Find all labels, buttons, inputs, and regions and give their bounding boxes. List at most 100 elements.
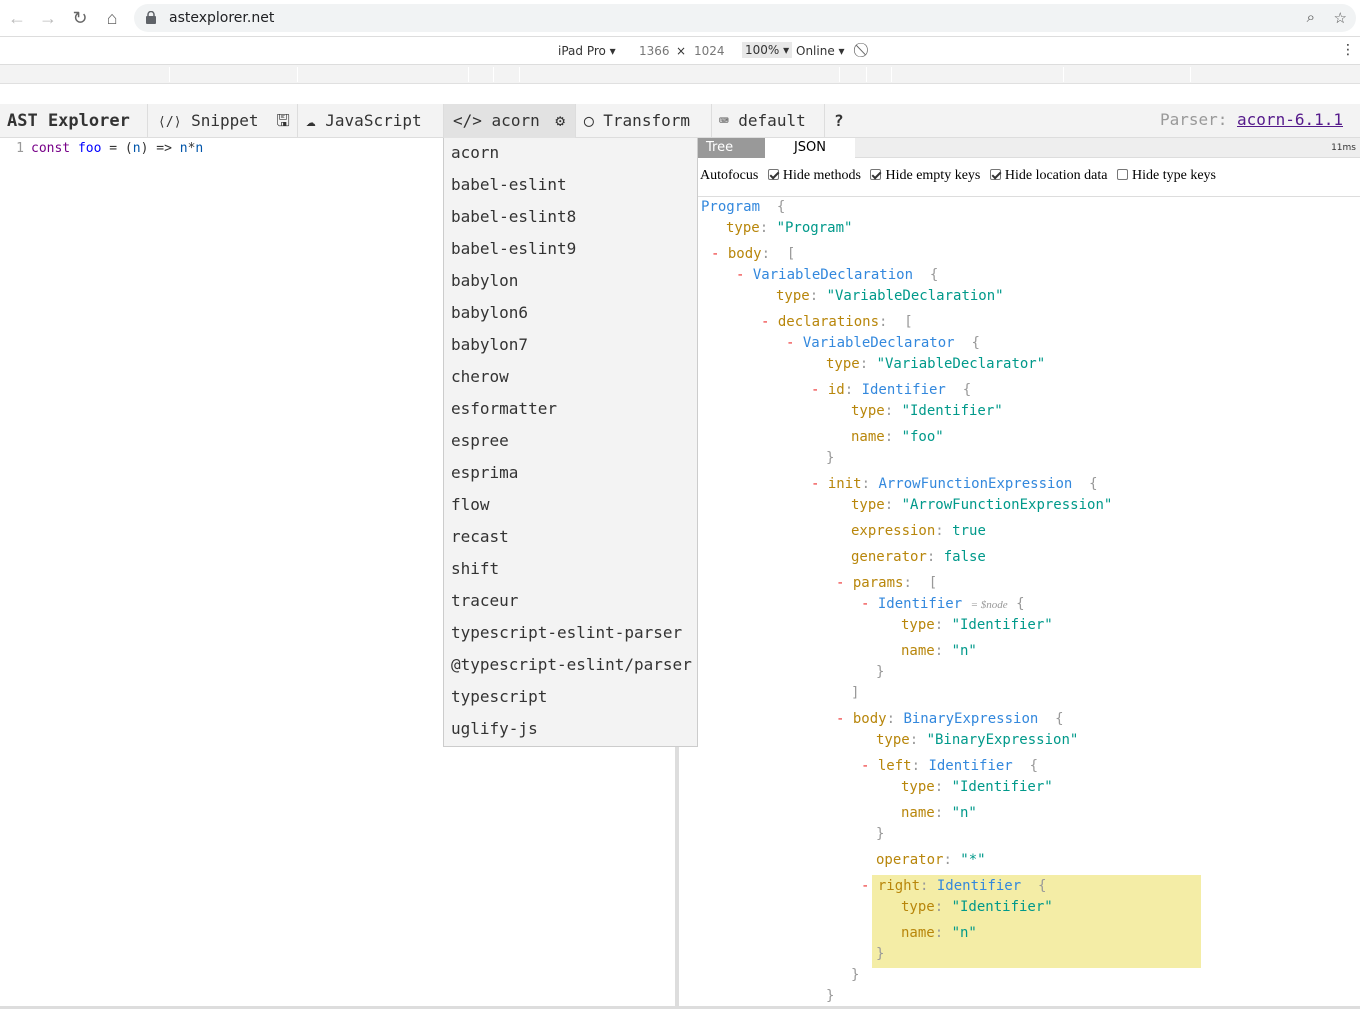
parser-menu-item[interactable]: flow: [444, 490, 697, 522]
parser-menu-item[interactable]: babel-eslint9: [444, 234, 697, 266]
lock-icon: [146, 11, 156, 24]
tree-node[interactable]: Program {: [701, 197, 785, 217]
tree-brace: }: [876, 946, 885, 962]
tree-node[interactable]: - VariableDeclarator {: [786, 333, 980, 353]
code-icon: </>: [453, 111, 482, 130]
hide-empty-option[interactable]: Hide empty keys: [870, 168, 980, 183]
width-field[interactable]: 1366: [639, 44, 670, 58]
tree-prop: type: "ArrowFunctionExpression": [851, 497, 1113, 513]
tree-prop: type: "VariableDeclaration": [776, 288, 1004, 304]
star-icon[interactable]: ☆: [1334, 9, 1347, 27]
help-button[interactable]: ?: [824, 104, 854, 138]
forward-icon[interactable]: →: [38, 8, 58, 28]
network-select[interactable]: Online ▾: [796, 44, 845, 58]
code-op: = (: [101, 141, 133, 156]
zoom-select[interactable]: 100% ▾: [742, 42, 793, 58]
parser-menu-item[interactable]: cherow: [444, 362, 697, 394]
transform-button[interactable]: ◯ Transform: [575, 104, 711, 138]
device-select[interactable]: iPad Pro ▾: [558, 44, 616, 58]
keymap-button[interactable]: ⌨ default: [711, 104, 824, 138]
parser-button[interactable]: </> acorn ⚙: [443, 104, 575, 138]
parser-version-link[interactable]: acorn-6.1.1: [1237, 110, 1343, 129]
tree-brace: }: [851, 967, 860, 983]
parser-info-label: Parser:: [1159, 110, 1238, 129]
snippet-button[interactable]: ⟨/⟩ Snippet 🖫: [147, 104, 297, 138]
output-pane: Tree JSON 11ms Autofocus Hide methods Hi…: [679, 138, 1360, 1006]
parser-menu-item[interactable]: esformatter: [444, 394, 697, 426]
tree-prop: name: "n": [901, 925, 977, 941]
checkbox[interactable]: [1117, 169, 1128, 180]
parse-timing: 11ms: [1331, 143, 1356, 153]
hide-type-option[interactable]: Hide type keys: [1117, 168, 1216, 183]
parser-menu-item[interactable]: babylon6: [444, 298, 697, 330]
tree-prop: name: "n": [901, 805, 977, 821]
tree-prop[interactable]: - id: Identifier {: [811, 380, 971, 400]
parser-menu-item[interactable]: typescript-eslint-parser: [444, 618, 697, 650]
browser-toolbar: ← → ↻ ⌂ astexplorer.net ⌕ ☆: [0, 0, 1360, 37]
more-icon[interactable]: ⋮: [1341, 42, 1355, 58]
parser-menu-item[interactable]: traceur: [444, 586, 697, 618]
save-icon[interactable]: 🖫: [276, 111, 290, 130]
tab-tree[interactable]: Tree: [698, 138, 765, 158]
hide-methods-option[interactable]: Hide methods: [767, 168, 861, 183]
back-icon[interactable]: ←: [7, 8, 27, 28]
tab-json[interactable]: JSON: [765, 138, 855, 158]
code-line[interactable]: const foo = (n) => n*n: [31, 141, 203, 156]
tree-prop: type: "Identifier": [901, 617, 1053, 633]
reload-icon[interactable]: ↻: [70, 8, 90, 28]
home-icon[interactable]: ⌂: [102, 8, 122, 28]
tree-prop[interactable]: - init: ArrowFunctionExpression {: [811, 474, 1098, 494]
checkbox[interactable]: [989, 169, 1001, 180]
tree-prop: type: "Program": [726, 220, 853, 236]
parser-menu-item[interactable]: babel-eslint: [444, 170, 697, 202]
parser-menu-item[interactable]: acorn: [444, 138, 697, 170]
tree-brace: }: [876, 664, 885, 680]
tree-prop: type: "Identifier": [901, 899, 1053, 915]
tree-prop[interactable]: - body: [: [711, 244, 795, 264]
language-button[interactable]: ☁ JavaScript: [297, 104, 443, 138]
tree-brace: }: [876, 826, 885, 842]
tree-prop: generator: false: [851, 549, 986, 565]
parser-menu-item[interactable]: esprima: [444, 458, 697, 490]
media-query-ruler[interactable]: [0, 65, 1360, 84]
line-number: 1: [16, 141, 24, 156]
tree-prop[interactable]: - right: Identifier {: [861, 876, 1046, 896]
cloud-icon: ☁: [306, 111, 316, 130]
code-var: n: [132, 141, 141, 156]
keymap-label: default: [738, 111, 806, 130]
checkbox[interactable]: [767, 169, 779, 180]
parser-menu-item[interactable]: babylon7: [444, 330, 697, 362]
parser-menu-item[interactable]: typescript: [444, 682, 697, 714]
parser-menu-item[interactable]: babylon: [444, 266, 697, 298]
code-op: ) =>: [140, 141, 180, 156]
tree-node[interactable]: - Identifier = $node {: [861, 594, 1025, 614]
tree-prop[interactable]: - left: Identifier {: [861, 756, 1038, 776]
address-bar[interactable]: astexplorer.net ⌕ ☆: [134, 4, 1356, 32]
tree-prop[interactable]: - body: BinaryExpression {: [836, 709, 1064, 729]
zoom-icon[interactable]: ⌕: [1307, 9, 1315, 26]
code-keyword: const: [31, 141, 71, 156]
tree-prop: type: "Identifier": [851, 403, 1003, 419]
checkbox[interactable]: [870, 169, 882, 180]
autofocus-option[interactable]: Autofocus: [700, 168, 758, 183]
parser-menu-item[interactable]: shift: [444, 554, 697, 586]
tree-node[interactable]: - VariableDeclaration {: [736, 265, 938, 285]
parser-menu-item[interactable]: uglify-js: [444, 714, 697, 746]
output-tabs: Tree JSON 11ms: [679, 138, 1360, 158]
language-label: JavaScript: [325, 111, 422, 130]
parser-menu-item[interactable]: @typescript-eslint/parser: [444, 650, 697, 682]
hide-location-option[interactable]: Hide location data: [989, 168, 1108, 183]
settings-icon[interactable]: ⚙: [555, 111, 565, 130]
keyboard-icon: ⌨: [719, 111, 729, 130]
tree-prop[interactable]: - params: [: [836, 573, 937, 593]
parser-menu-item[interactable]: espree: [444, 426, 697, 458]
transform-label: Transform: [603, 111, 690, 130]
tree-prop[interactable]: - declarations: [: [761, 312, 913, 332]
height-field[interactable]: 1024: [694, 44, 725, 58]
toggle-icon: ◯: [584, 111, 594, 130]
parser-menu-item[interactable]: babel-eslint8: [444, 202, 697, 234]
parser-menu-item[interactable]: recast: [444, 522, 697, 554]
tree-prop: type: "BinaryExpression": [876, 732, 1079, 748]
app-toolbar: AST Explorer ⟨/⟩ Snippet 🖫 ☁ JavaScript …: [0, 104, 1360, 138]
times-sign: ×: [676, 44, 687, 58]
